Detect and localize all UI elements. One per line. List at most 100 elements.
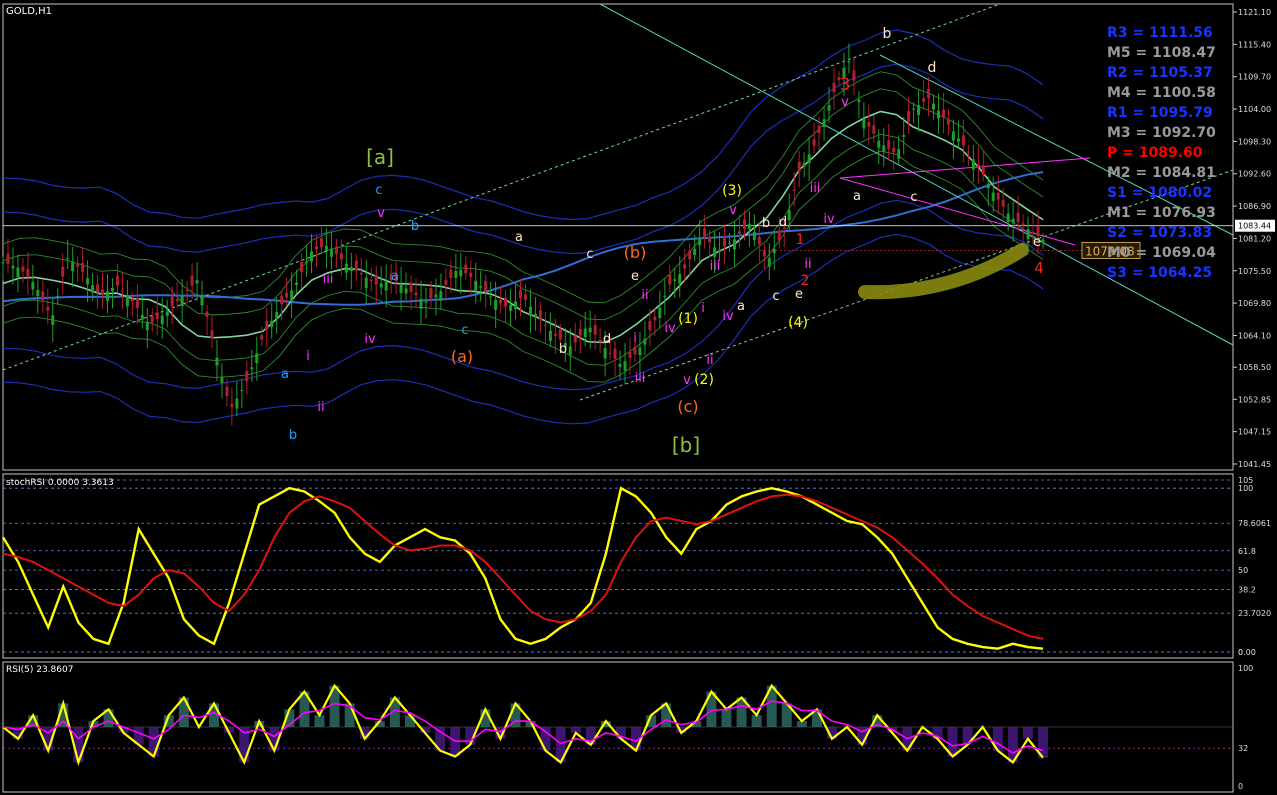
rsi-tick-label: 100 <box>1238 664 1253 673</box>
candle-body <box>454 270 458 279</box>
candle-body <box>310 251 314 262</box>
candle-body <box>772 249 776 254</box>
candle-body <box>295 282 299 286</box>
candle-body <box>872 125 876 134</box>
wave-label: iv <box>823 212 835 227</box>
rsi-tick-label: 32 <box>1238 744 1248 753</box>
candle-body <box>1041 239 1045 243</box>
candle-body <box>120 290 124 292</box>
candle-body <box>479 286 483 288</box>
candle-body <box>877 140 881 148</box>
candle-body <box>250 367 254 370</box>
candle-body <box>314 246 318 250</box>
candle-body <box>956 138 960 142</box>
candle-body <box>1001 199 1005 207</box>
candle-body <box>509 304 513 311</box>
candle-body <box>668 274 672 285</box>
candle-body <box>867 121 871 127</box>
rsi-tick-label: 0 <box>1238 782 1243 791</box>
wave-label: b <box>762 216 770 231</box>
outer-envelope-low <box>2 233 1044 425</box>
wave-label: iii <box>810 181 821 196</box>
candle-body <box>678 273 682 284</box>
candle-body <box>827 105 831 111</box>
candle-body <box>81 262 85 272</box>
candle-body <box>723 236 727 247</box>
candle-body <box>698 238 702 246</box>
candle-body <box>598 339 602 342</box>
candle-body <box>941 109 945 118</box>
candle-body <box>235 398 239 409</box>
candle-body <box>150 315 154 323</box>
wave-label: b <box>559 342 567 357</box>
candle-body <box>66 257 70 259</box>
candle-body <box>917 105 921 116</box>
candle-body <box>434 294 438 298</box>
candle-body <box>449 269 453 278</box>
candle-body <box>135 298 139 309</box>
candle-body <box>892 148 896 153</box>
candle-body <box>777 230 781 241</box>
candle-body <box>324 245 328 252</box>
chart-overlays <box>2 3 1234 425</box>
candle-body <box>494 299 498 310</box>
price-tick-label: 1069.80 <box>1238 299 1271 308</box>
wave-label: 3 <box>840 75 851 95</box>
price-tick-label: 1075.50 <box>1238 267 1271 276</box>
candle-body <box>847 61 851 63</box>
candle-body <box>101 289 105 295</box>
wave-label: 2 <box>801 273 810 289</box>
candle-body <box>514 301 518 310</box>
candle-body <box>220 376 224 383</box>
magenta-triangle-top <box>839 157 1091 179</box>
candle-body <box>802 162 806 167</box>
candle-body <box>728 242 732 244</box>
wave-label: b <box>289 428 297 443</box>
candle-body <box>578 328 582 336</box>
candle-body <box>140 315 144 320</box>
stoch-tick-label: 100 <box>1238 484 1253 493</box>
candle-body <box>344 263 348 273</box>
candle-body <box>538 310 542 321</box>
candle-body <box>354 260 358 271</box>
candle-body <box>155 312 159 320</box>
candle-body <box>996 193 1000 200</box>
candle-body <box>61 266 65 277</box>
candle-body <box>742 219 746 229</box>
candle-body <box>230 403 234 408</box>
candle-body <box>857 99 861 103</box>
candle-body <box>46 306 50 311</box>
wave-label: (a) <box>451 347 473 366</box>
candle-body <box>504 297 508 307</box>
candle-body <box>76 263 80 267</box>
wave-label: b <box>411 219 419 234</box>
candle-body <box>409 282 413 292</box>
wave-label: i <box>306 349 310 364</box>
candle-body <box>961 135 965 146</box>
candle-body <box>240 389 244 391</box>
candle-body <box>648 321 652 331</box>
candle-body <box>6 253 10 264</box>
wave-label: v <box>841 95 849 110</box>
candle-body <box>26 268 30 277</box>
candle-body <box>305 261 309 263</box>
candle-body <box>623 361 627 371</box>
long-moving-average <box>2 171 1044 306</box>
candle-body <box>21 266 25 272</box>
price-chart-window[interactable]: 10510078.606161.85038.223.70200.000 1003… <box>0 0 1277 795</box>
wave-label: c <box>375 183 382 198</box>
wave-label: 4 <box>1034 259 1044 277</box>
candle-body <box>414 292 418 296</box>
rsi-histogram-bar <box>751 715 762 727</box>
short-moving-average <box>2 110 1044 344</box>
wave-label: [b] <box>672 433 700 457</box>
candle-body <box>912 108 916 110</box>
price-tick-label: 1081.20 <box>1238 234 1271 243</box>
candle-body <box>225 386 229 397</box>
candle-body <box>737 231 741 235</box>
candle-body <box>190 275 194 286</box>
candle-body <box>817 125 821 134</box>
wave-label: e <box>631 269 639 284</box>
candle-body <box>713 247 717 257</box>
candle-body <box>1016 212 1020 223</box>
